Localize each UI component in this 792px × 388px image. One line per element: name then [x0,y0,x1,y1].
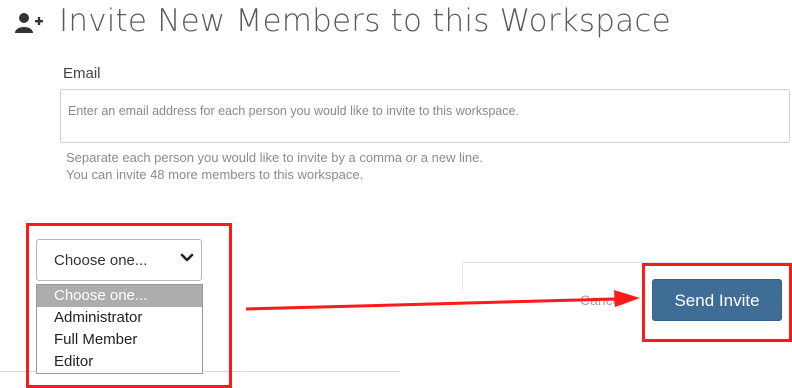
email-label: Email [63,65,101,82]
help-text-separator: Separate each person you would like to i… [66,150,483,165]
cancel-link[interactable]: Cancel [580,292,624,308]
help-text-limit: You can invite 48 more members to this w… [66,167,364,182]
annotation-box-send [642,263,792,342]
email-placeholder: Enter an email address for each person y… [68,104,519,118]
annotation-box-select [26,223,232,388]
page-title: Invite New Members to this Workspace [59,3,671,39]
add-user-icon [15,13,43,33]
divider [462,262,463,292]
